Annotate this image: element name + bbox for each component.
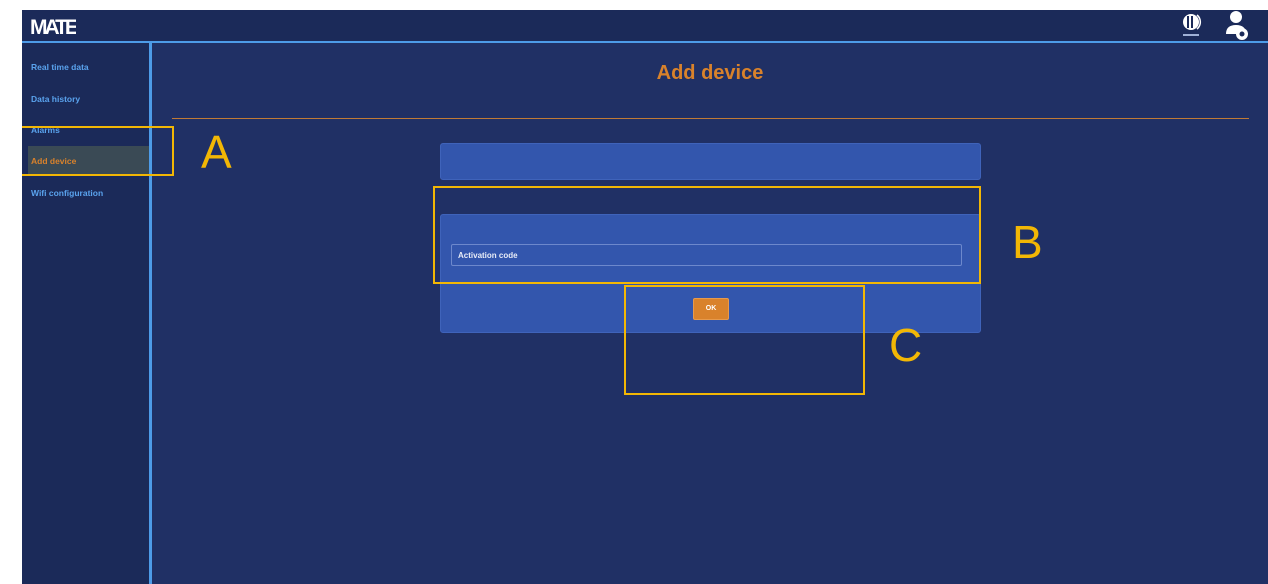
top-bar: MATE: [22, 10, 1268, 43]
annotation-box-a: [22, 126, 174, 176]
mate-logo: MATE: [30, 16, 76, 38]
title-divider: [172, 118, 1249, 119]
logo-text: MATE: [30, 16, 76, 38]
device-header-panel: [440, 143, 981, 180]
sidebar-item-real-time-data[interactable]: Real time data: [28, 52, 149, 82]
sidebar-item-wifi-configuration[interactable]: Wifi configuration: [28, 178, 149, 208]
user-settings-icon[interactable]: [1224, 10, 1250, 41]
page-title: Add device: [656, 62, 764, 84]
sidebar-nav: Real time data Data history Alarms Add d…: [22, 43, 152, 584]
sidebar-item-data-history[interactable]: Data history: [28, 84, 149, 114]
app-window: MATE Real time data Data history Alarms …: [22, 10, 1268, 584]
annotation-label-c: C: [889, 319, 923, 371]
annotation-label-b: B: [1012, 216, 1043, 268]
annotation-box-c: [624, 285, 865, 395]
comau-logo-icon: [1183, 14, 1202, 36]
annotation-box-b: [433, 186, 981, 284]
annotation-label-a: A: [201, 126, 232, 178]
